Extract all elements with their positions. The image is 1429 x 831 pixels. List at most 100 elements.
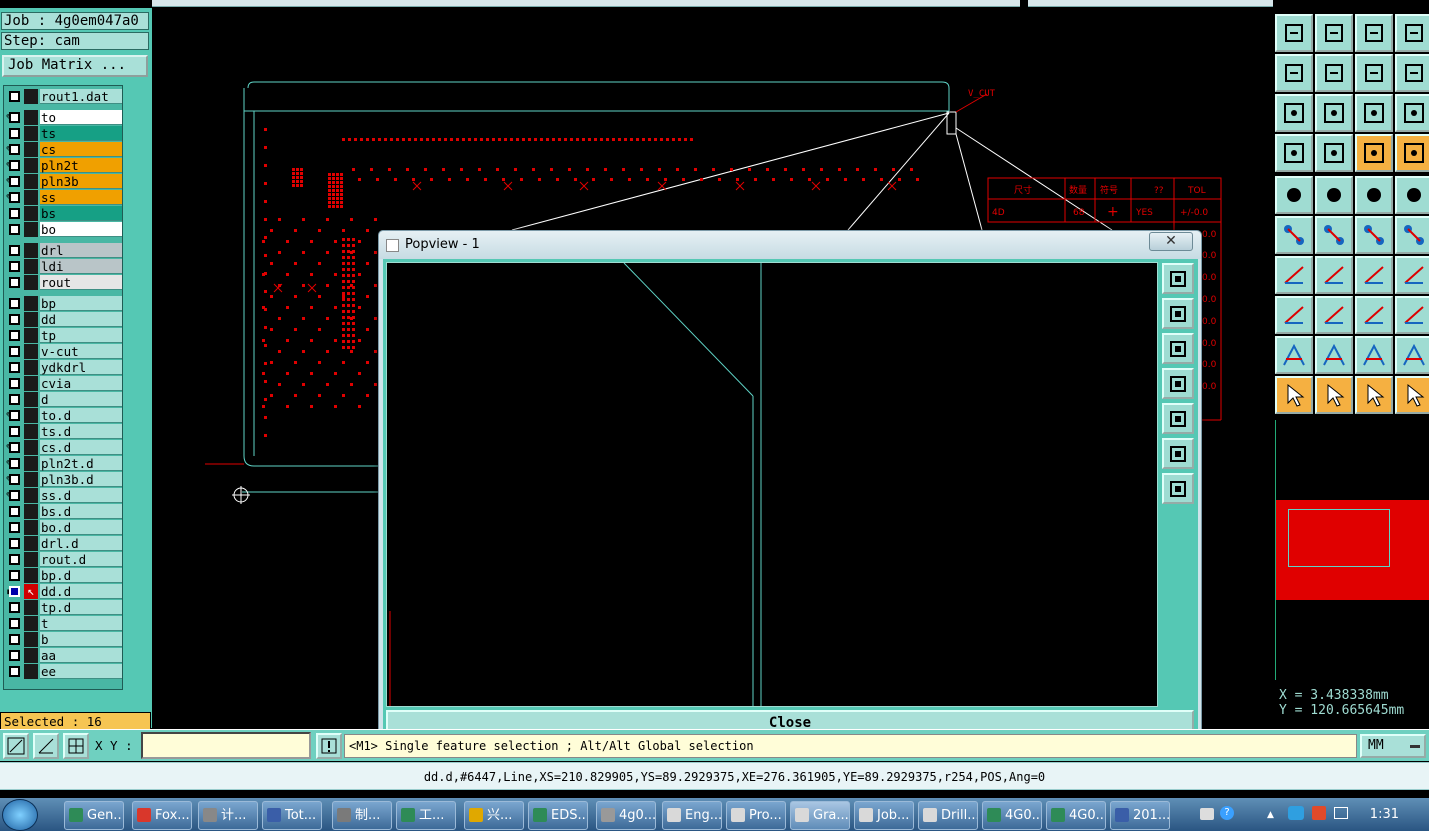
layer-checkbox[interactable] xyxy=(9,554,20,565)
layer-checkbox[interactable] xyxy=(9,277,20,288)
layer-row[interactable]: v-cut xyxy=(6,344,122,359)
layer-row[interactable]: cs.d✎ xyxy=(6,440,122,455)
layer-marker[interactable] xyxy=(24,206,38,221)
layer-row[interactable]: pln3b.d✎ xyxy=(6,472,122,487)
layer-marker[interactable] xyxy=(24,648,38,663)
layer-checkbox[interactable] xyxy=(9,160,20,171)
layer-name[interactable]: ts xyxy=(40,126,122,141)
layer-row[interactable]: pln2t.d✎ xyxy=(6,456,122,471)
layer-row[interactable]: ts.d xyxy=(6,424,122,439)
taskbar-item[interactable]: Gra... xyxy=(790,801,850,830)
layer-checkbox[interactable] xyxy=(9,208,20,219)
layer-row[interactable]: bs xyxy=(6,206,122,221)
dimension-icon[interactable] xyxy=(1355,296,1393,334)
layer-name[interactable]: ldi xyxy=(40,259,122,274)
layer-checkbox[interactable] xyxy=(9,346,20,357)
dash-icon[interactable] xyxy=(1315,296,1353,334)
layer-checkbox[interactable] xyxy=(9,176,20,187)
layer-name[interactable]: dd.d xyxy=(40,584,122,599)
blocks-icon[interactable] xyxy=(1395,296,1429,334)
zoom-icon[interactable] xyxy=(1162,473,1194,504)
taskbar-item[interactable]: EDS... xyxy=(528,801,588,830)
layer-row[interactable]: tp.d xyxy=(6,600,122,615)
layer-name[interactable]: bp xyxy=(40,296,122,311)
layer-name[interactable]: tp xyxy=(40,328,122,343)
layer-row[interactable]: to✎ xyxy=(6,110,122,125)
layer-name[interactable]: d xyxy=(40,392,122,407)
taskbar-item[interactable]: Job... xyxy=(854,801,914,830)
layer-marker[interactable] xyxy=(24,600,38,615)
layer-row[interactable]: ydkdrl xyxy=(6,360,122,375)
layer-marker[interactable] xyxy=(24,536,38,551)
layer-checkbox[interactable] xyxy=(9,128,20,139)
layer-marker[interactable] xyxy=(24,312,38,327)
arc-icon[interactable] xyxy=(1355,256,1393,294)
taskbar-item[interactable]: 兴... xyxy=(464,801,524,830)
layer-marker[interactable] xyxy=(24,344,38,359)
layer-marker[interactable] xyxy=(24,456,38,471)
layer-checkbox[interactable] xyxy=(9,192,20,203)
layer-checkbox[interactable] xyxy=(9,650,20,661)
layer-row[interactable]: drl.d xyxy=(6,536,122,551)
taskbar-item[interactable]: 计... xyxy=(198,801,258,830)
layer-row[interactable]: bo xyxy=(6,222,122,237)
layer-name[interactable]: dd xyxy=(40,312,122,327)
pointer-step-icon[interactable] xyxy=(1395,376,1429,414)
start-button[interactable] xyxy=(2,799,38,831)
zoom-icon[interactable] xyxy=(1315,94,1353,132)
layer-checkbox[interactable] xyxy=(9,618,20,629)
measure-dist-icon[interactable] xyxy=(1395,134,1429,172)
layer-checkbox[interactable] xyxy=(9,298,20,309)
taskbar-item[interactable]: 4G0... xyxy=(982,801,1042,830)
layer-row[interactable]: dd xyxy=(6,312,122,327)
layer-marker[interactable] xyxy=(24,259,38,274)
move-right-icon[interactable] xyxy=(1162,403,1194,434)
xy-input[interactable] xyxy=(141,732,311,759)
layer-marker[interactable] xyxy=(24,520,38,535)
layer-name[interactable]: to xyxy=(40,110,122,125)
layer-name[interactable]: b xyxy=(40,632,122,647)
move-left-icon[interactable] xyxy=(1275,54,1313,92)
layer-name[interactable]: t xyxy=(40,616,122,631)
arrow-c-icon[interactable] xyxy=(1355,336,1393,374)
layer-marker[interactable] xyxy=(24,360,38,375)
layer-row[interactable]: cvia xyxy=(6,376,122,391)
layer-marker[interactable] xyxy=(24,142,38,157)
layer-row[interactable]: t xyxy=(6,616,122,631)
layer-row[interactable]: ts xyxy=(6,126,122,141)
dot-arrow2-icon[interactable] xyxy=(1395,216,1429,254)
taskbar-item[interactable]: 制... xyxy=(332,801,392,830)
layer-checkbox[interactable] xyxy=(9,490,20,501)
layer-row[interactable]: ss✎ xyxy=(6,190,122,205)
layer-name[interactable]: cvia xyxy=(40,376,122,391)
s-curve-icon[interactable] xyxy=(1395,54,1429,92)
layer-marker[interactable] xyxy=(24,222,38,237)
layer-name[interactable]: ts.d xyxy=(40,424,122,439)
layer-marker[interactable] xyxy=(24,424,38,439)
layer-marker[interactable] xyxy=(24,408,38,423)
taskbar-item[interactable]: 工... xyxy=(396,801,456,830)
layer-checkbox[interactable] xyxy=(9,602,20,613)
pad-icon[interactable] xyxy=(1395,176,1429,214)
help-icon[interactable] xyxy=(1395,94,1429,132)
layer-checkbox[interactable] xyxy=(9,458,20,469)
arrow-d-icon[interactable] xyxy=(1395,336,1429,374)
layer-checkbox[interactable] xyxy=(9,570,20,581)
monitor-icon[interactable] xyxy=(1334,807,1348,819)
layer-checkbox[interactable] xyxy=(9,506,20,517)
layer-name[interactable]: drl.d xyxy=(40,536,122,551)
layer-row[interactable]: d xyxy=(6,392,122,407)
layer-checkbox[interactable] xyxy=(9,442,20,453)
layer-checkbox[interactable] xyxy=(9,91,20,102)
window-icon[interactable] xyxy=(1395,14,1429,52)
layer-down-icon[interactable] xyxy=(1162,333,1194,364)
layer-checkbox[interactable] xyxy=(9,426,20,437)
layer-name[interactable]: pln3b xyxy=(40,174,122,189)
layer-up-icon[interactable] xyxy=(1162,298,1194,329)
layer-checkbox[interactable] xyxy=(9,586,20,597)
layer-marker[interactable] xyxy=(24,488,38,503)
layer-checkbox[interactable] xyxy=(9,245,20,256)
line-icon[interactable] xyxy=(1315,256,1353,294)
angle-icon[interactable] xyxy=(1275,256,1313,294)
layer-row[interactable]: b xyxy=(6,632,122,647)
